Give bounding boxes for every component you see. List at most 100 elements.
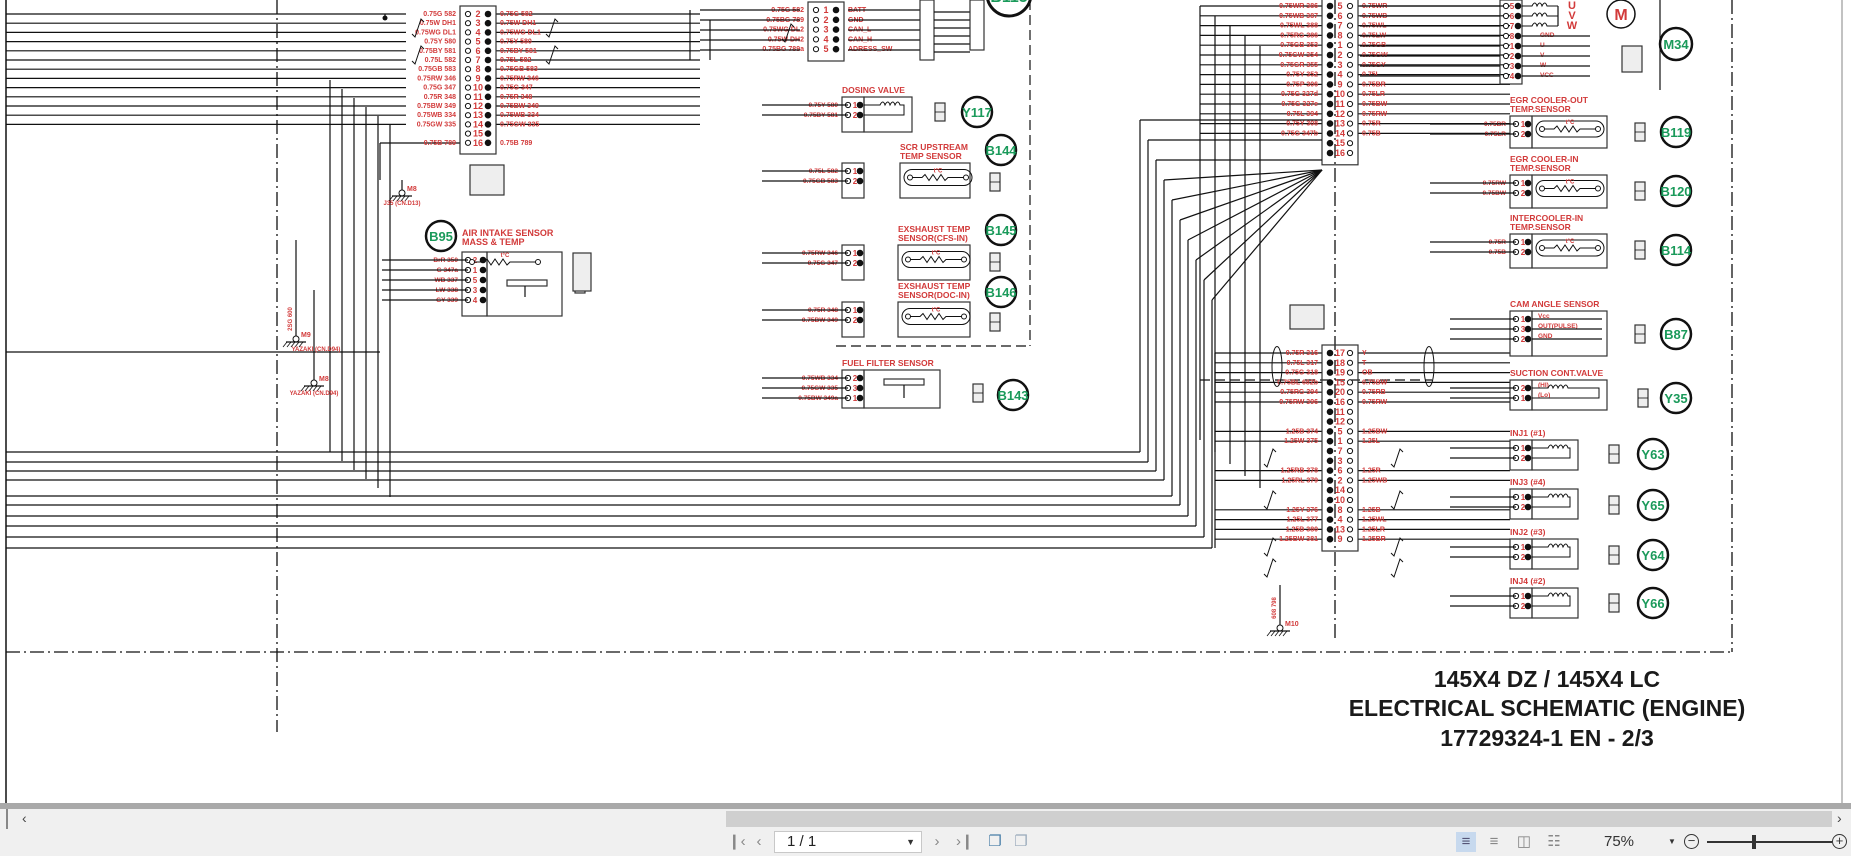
pin-open — [464, 139, 472, 146]
pin-number: 1 — [1521, 315, 1526, 324]
pin-number: 1 — [1521, 592, 1526, 601]
wire-label: 0.75R 348 — [500, 94, 532, 101]
zoom-out-icon[interactable]: − — [1684, 834, 1699, 849]
pin-closed — [1514, 42, 1522, 50]
pin-closed — [1514, 72, 1522, 80]
pin-open — [1346, 130, 1354, 137]
wire-label: 1.25RB 378 — [1281, 468, 1318, 475]
pin-open — [1346, 32, 1354, 39]
wire-label: 0.75L — [1362, 72, 1381, 79]
component-id: Y35 — [1664, 391, 1687, 406]
pin-closed — [832, 16, 840, 24]
continuous-facing-icon[interactable]: ☷ — [1544, 832, 1564, 852]
component-name: INJ4 (#2) — [1510, 576, 1546, 586]
single-page-icon[interactable]: ≡ — [1456, 832, 1476, 852]
pin-number: 9 — [1337, 79, 1342, 89]
pin-number: 4 — [1510, 72, 1515, 81]
horizontal-scrollbar[interactable]: ‹ › — [0, 809, 1851, 829]
continuous-icon[interactable]: ≡ — [1484, 832, 1504, 852]
wire-label: 1.25B 374 — [1286, 428, 1318, 435]
component-id: B146 — [985, 285, 1016, 300]
pin-closed — [1524, 130, 1532, 138]
page-number-field[interactable]: 1 / 1 ▼ — [774, 831, 922, 853]
pin-number: 5 — [473, 276, 478, 285]
wire-label: 1.25B 380 — [1286, 526, 1318, 533]
pin-closed — [856, 167, 864, 175]
wire-label: 0.75WL 388 — [1280, 23, 1318, 30]
wire-label: 0.75G 582 — [500, 11, 533, 18]
pin-closed — [1326, 12, 1334, 20]
pin-number: 3 — [823, 25, 828, 35]
component-name: TEMP.SENSOR — [1510, 222, 1571, 232]
title-docnumber: 17729324-1 EN - 2/3 — [1440, 725, 1654, 751]
pin-closed — [1514, 2, 1522, 10]
first-page-icon[interactable]: ❙‹ — [728, 832, 746, 852]
pin-open — [812, 36, 820, 43]
pin-closed — [1326, 379, 1334, 386]
wire-label: 0.75GY — [1362, 62, 1386, 69]
wire-label: Y — [1362, 350, 1367, 357]
pin-closed — [484, 19, 492, 27]
terminal — [1595, 245, 1601, 251]
wire-label: 0.75B — [1362, 130, 1381, 137]
scrollbar-edge — [6, 809, 8, 829]
pin-open — [1346, 516, 1354, 523]
wire-label: 1.25RL 379 — [1282, 477, 1319, 484]
zoom-level[interactable]: 75% — [1604, 833, 1634, 850]
chevron-down-icon[interactable]: ▼ — [906, 832, 915, 852]
scroll-right-icon[interactable]: › — [1837, 810, 1842, 826]
prev-page-icon[interactable]: ‹ — [752, 832, 766, 852]
wire-break-icon — [1263, 490, 1277, 510]
wire-label: T — [1362, 360, 1367, 367]
scroll-left-icon[interactable]: ‹ — [22, 810, 27, 826]
wire-label: 1.25W 375 — [1284, 438, 1318, 445]
facing-icon[interactable]: ◫ — [1514, 832, 1534, 852]
pin-number: 1 — [1521, 493, 1526, 502]
pin-open — [1346, 349, 1354, 357]
pin-number: 2 — [853, 316, 858, 325]
wire-label: 0.75B 789 — [424, 140, 456, 147]
last-page-icon[interactable]: ›❙ — [956, 832, 974, 852]
zoom-slider[interactable] — [1707, 835, 1832, 849]
component-name: INJ2 (#3) — [1510, 527, 1546, 537]
pin-closed — [1524, 248, 1532, 256]
connector-plug-icon — [469, 164, 505, 196]
next-page-icon[interactable]: › — [930, 832, 944, 852]
component-name: INJ1 (#1) — [1510, 428, 1546, 438]
pin-closed — [484, 130, 492, 137]
wire-break-icon — [545, 18, 559, 38]
wire-label: 0.75RW 346 — [500, 75, 539, 82]
pin-open — [1346, 359, 1354, 366]
component-name: DOSING VALVE — [842, 85, 905, 95]
pin-number: 15 — [1335, 138, 1345, 148]
wire-label: 0.75RW 346 — [417, 75, 456, 82]
scrollbar-thumb[interactable] — [726, 811, 1832, 827]
pin-number: 1 — [1521, 179, 1526, 188]
pin-number: 4 — [1337, 70, 1342, 80]
next-view-icon[interactable]: ❐ — [1012, 832, 1030, 852]
pin-closed — [1524, 493, 1532, 501]
zoom-dropdown-icon[interactable]: ▼ — [1668, 832, 1676, 852]
terminal — [1595, 185, 1601, 192]
temp-symbol: t°C — [501, 253, 510, 259]
wire-label: 0.75G 347 — [500, 85, 533, 92]
terminal — [535, 259, 541, 265]
pin-number: 1 — [1510, 42, 1515, 51]
pin-number: 2 — [1521, 248, 1526, 257]
previous-view-icon[interactable]: ❐ — [986, 832, 1004, 852]
wire-label: 0.75BL 682b — [1277, 379, 1318, 386]
zoom-in-icon[interactable]: + — [1832, 834, 1847, 849]
component-id: Y117 — [962, 105, 992, 120]
component-id: B115 — [990, 0, 1027, 6]
terminal — [905, 313, 911, 320]
zoom-slider-handle[interactable] — [1752, 835, 1756, 849]
pin-closed — [1326, 496, 1334, 504]
pin-closed — [856, 249, 864, 257]
wire-label: 0.75BW — [1362, 379, 1388, 386]
pin-closed — [484, 65, 492, 73]
pin-number: 9 — [1337, 534, 1342, 544]
ground-icon — [1282, 630, 1288, 637]
ecu-terminal — [969, 0, 985, 51]
pin-number: 17 — [1335, 348, 1345, 358]
temp-symbol: t°C — [934, 169, 943, 175]
